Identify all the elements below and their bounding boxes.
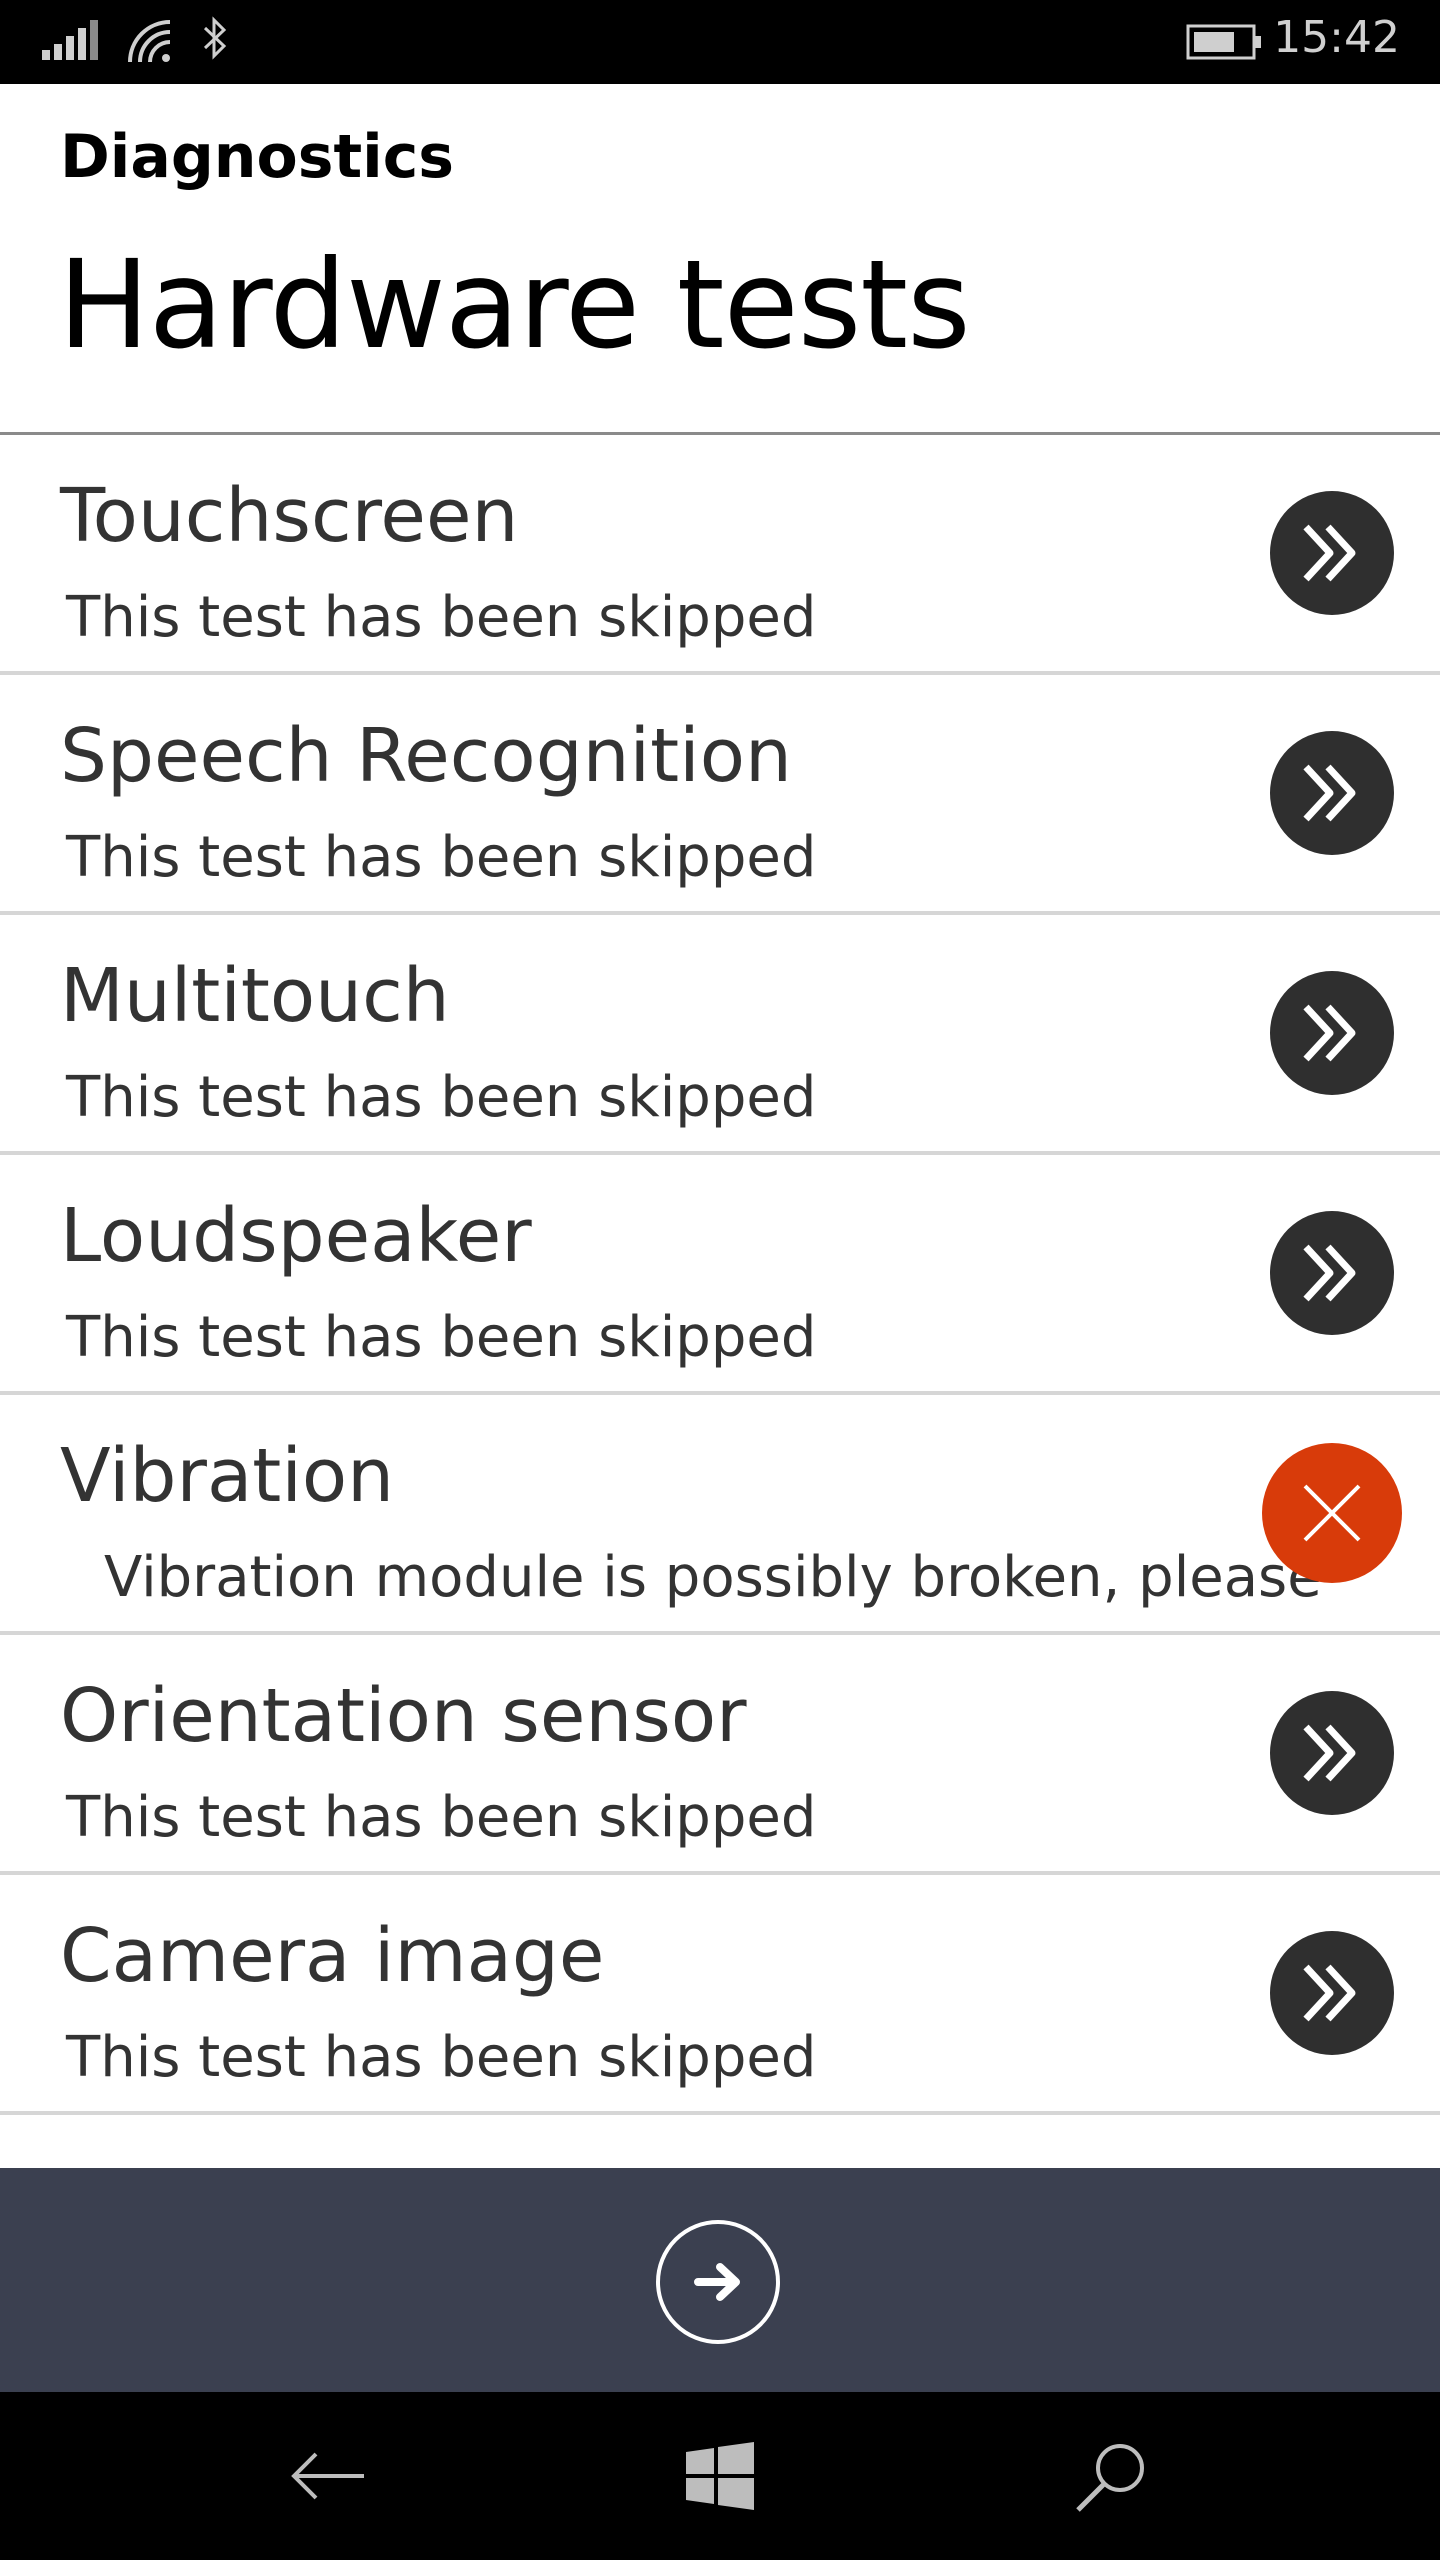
signal-icon: [42, 20, 98, 64]
test-item-loudspeaker[interactable]: Loudspeaker This test has been skipped: [0, 1155, 1440, 1395]
test-name: Loudspeaker: [60, 1193, 532, 1279]
test-list[interactable]: Touchscreen This test has been skipped S…: [0, 435, 1440, 2168]
app-title: Diagnostics: [60, 122, 454, 192]
status-bar: 15:42: [0, 0, 1440, 84]
close-icon[interactable]: [1262, 1443, 1402, 1583]
battery-icon: [1186, 24, 1262, 64]
search-icon[interactable]: [1064, 2428, 1160, 2524]
test-item-touchscreen[interactable]: Touchscreen This test has been skipped: [0, 435, 1440, 675]
skip-forward-icon[interactable]: [1270, 1691, 1394, 1815]
navigation-bar: [0, 2392, 1440, 2560]
test-name: Multitouch: [60, 953, 450, 1039]
skip-forward-icon[interactable]: [1270, 1931, 1394, 2055]
phone-screen: 15:42 Diagnostics Hardware tests Touchsc…: [0, 0, 1440, 2560]
test-status: This test has been skipped: [66, 2025, 817, 2090]
test-name: Speech Recognition: [60, 713, 792, 799]
test-item-speech-recognition[interactable]: Speech Recognition This test has been sk…: [0, 675, 1440, 915]
wifi-icon: [126, 18, 174, 68]
test-status: Vibration module is possibly broken, ple…: [104, 1545, 1322, 1610]
test-status: This test has been skipped: [66, 1305, 817, 1370]
skip-forward-icon[interactable]: [1270, 491, 1394, 615]
bluetooth-icon: [202, 16, 228, 64]
skip-forward-icon[interactable]: [1270, 1211, 1394, 1335]
test-item-vibration[interactable]: Vibration Vibration module is possibly b…: [0, 1395, 1440, 1635]
skip-forward-icon[interactable]: [1270, 731, 1394, 855]
content-area[interactable]: Diagnostics Hardware tests Touchscreen T…: [0, 84, 1440, 2168]
test-name: Camera image: [60, 1913, 605, 1999]
test-status: This test has been skipped: [66, 1065, 817, 1130]
test-name: Touchscreen: [60, 473, 519, 559]
skip-forward-icon[interactable]: [1270, 971, 1394, 1095]
test-item-camera-image[interactable]: Camera image This test has been skipped: [0, 1875, 1440, 2115]
test-item-orientation-sensor[interactable]: Orientation sensor This test has been sk…: [0, 1635, 1440, 1875]
app-bar: [0, 2168, 1440, 2392]
test-item-partial[interactable]: [0, 2115, 1440, 2168]
test-status: This test has been skipped: [66, 1785, 817, 1850]
test-status: This test has been skipped: [66, 585, 817, 650]
back-arrow-icon[interactable]: [280, 2428, 376, 2524]
clock-time: 15:42: [1273, 12, 1400, 63]
test-name: Vibration: [60, 1433, 395, 1519]
arrow-right-circle-icon[interactable]: [656, 2220, 780, 2344]
page-title: Hardware tests: [58, 234, 971, 376]
test-name: Orientation sensor: [60, 1673, 747, 1759]
test-status: This test has been skipped: [66, 825, 817, 890]
test-item-multitouch[interactable]: Multitouch This test has been skipped: [0, 915, 1440, 1155]
windows-start-icon[interactable]: [672, 2428, 768, 2524]
